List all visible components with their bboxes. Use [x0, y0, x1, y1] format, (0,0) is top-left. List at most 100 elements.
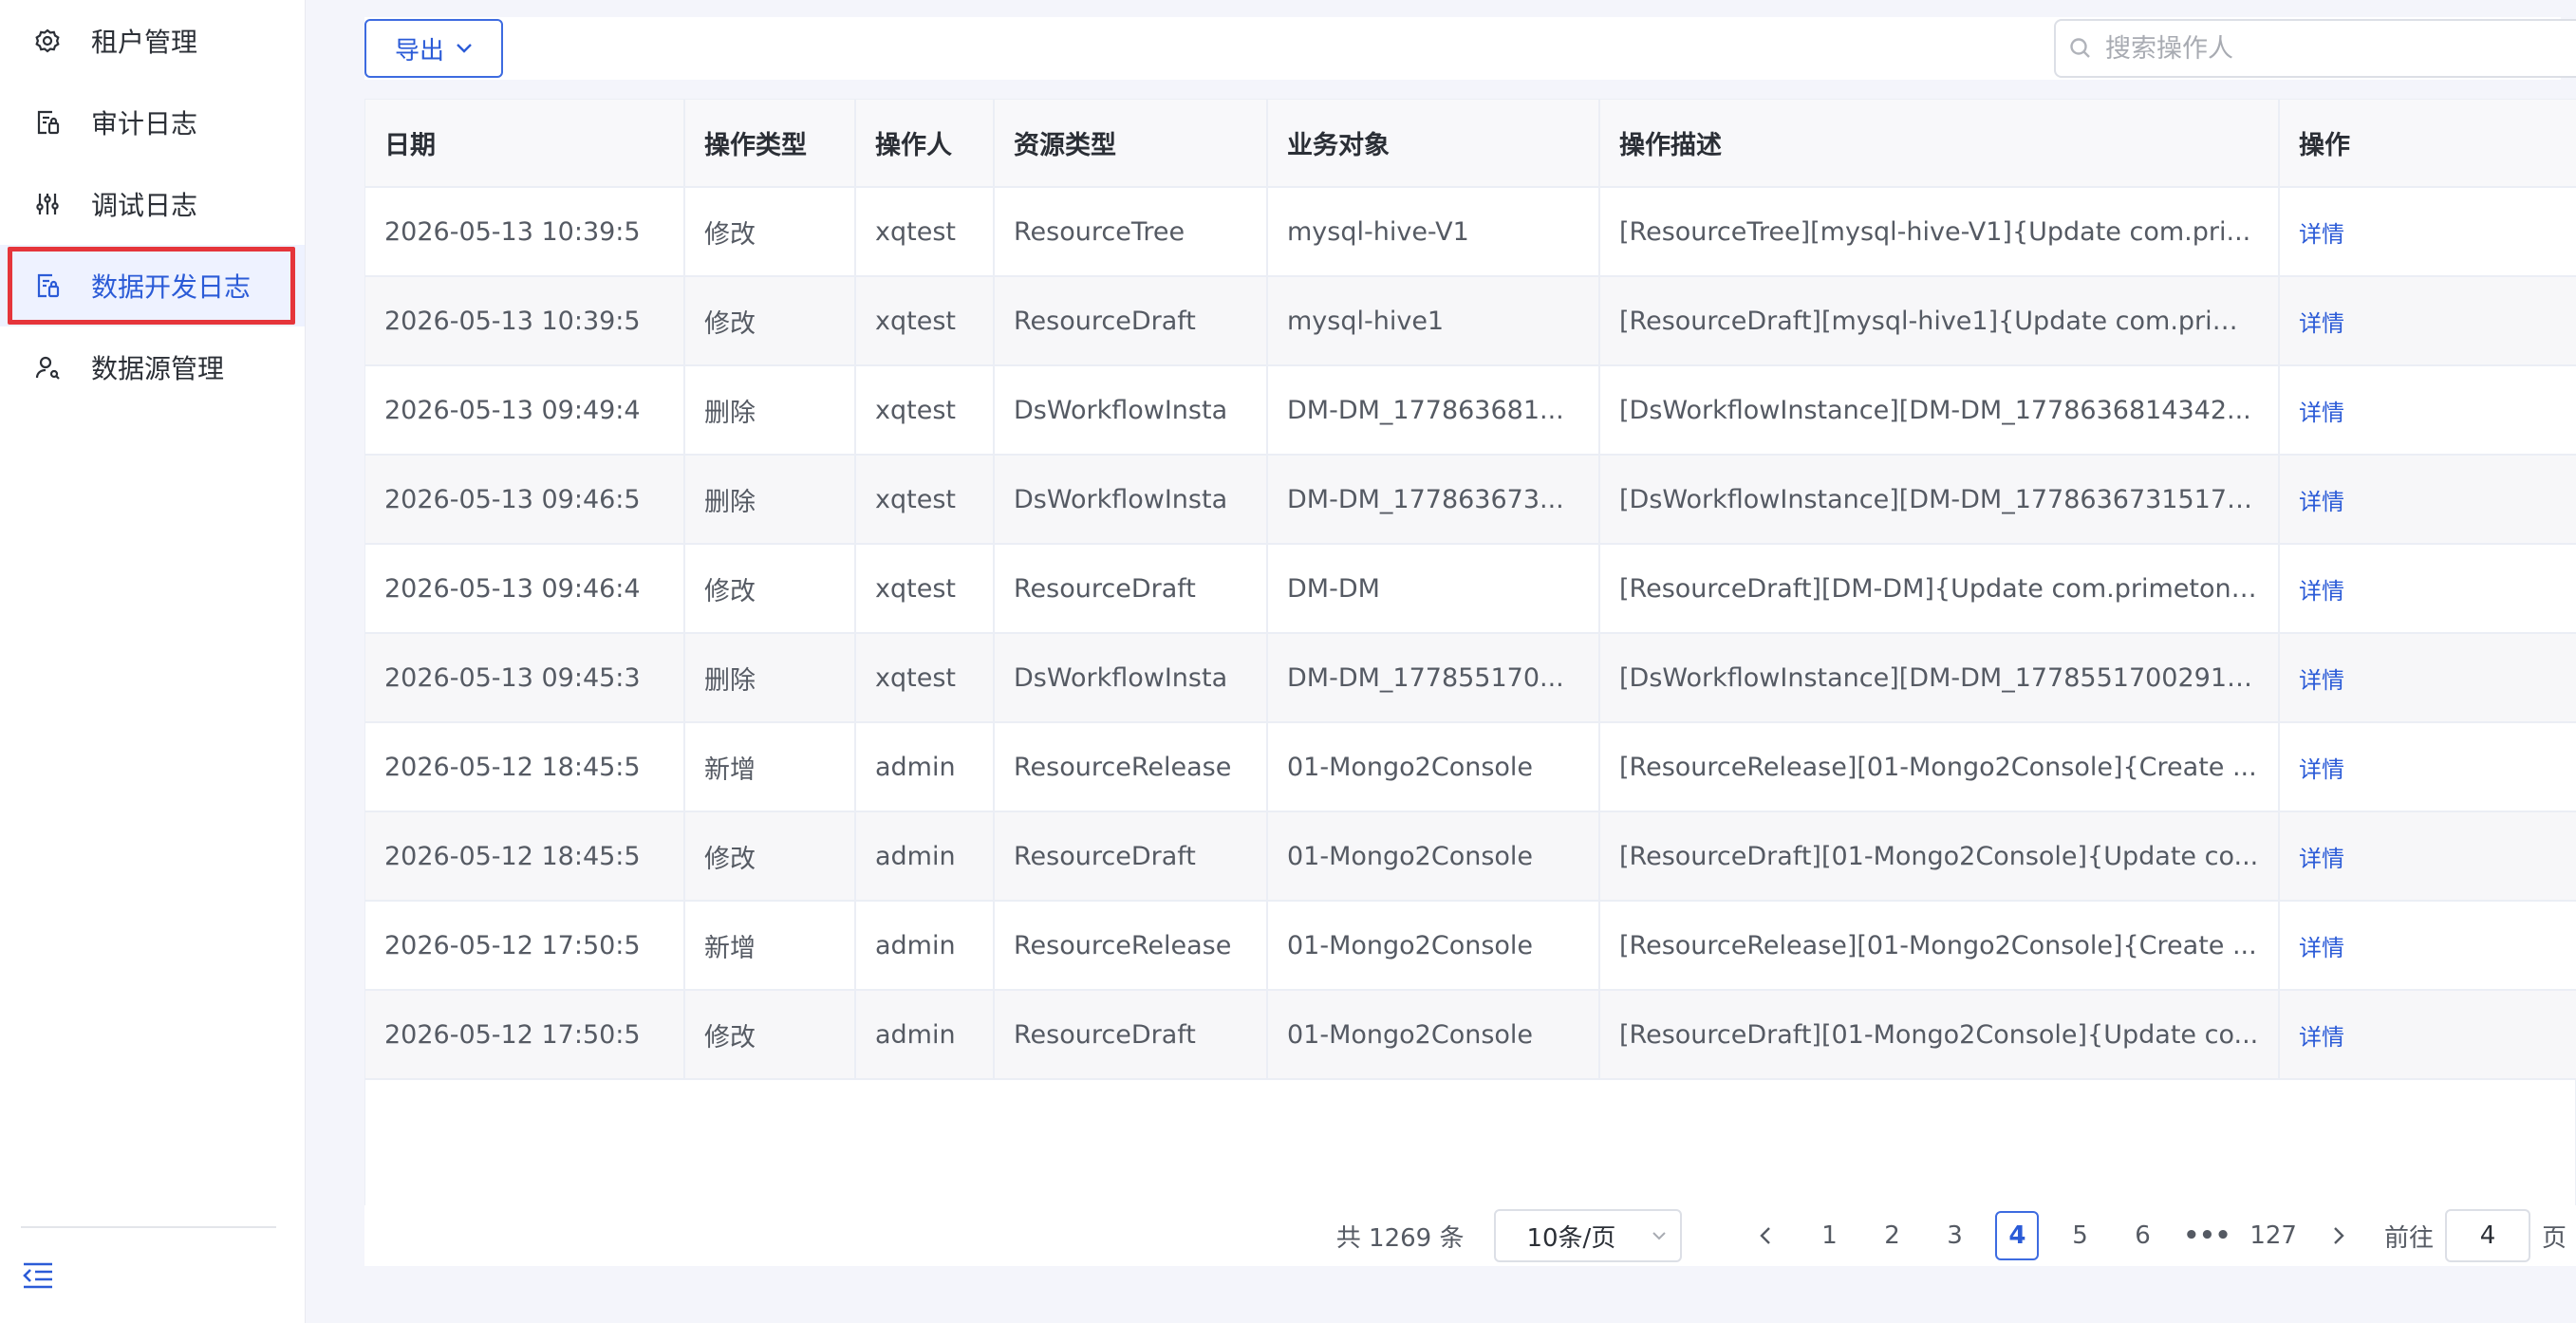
table-cell: [ResourceDraft][01-Mongo2Console]{Update… — [1599, 811, 2280, 902]
table-cell: ResourceRelease — [994, 722, 1268, 812]
app-root: 租户管理 审计日志 调试日志 数据开发日志 数据源管理 导出 搜索操作人 日期 … — [0, 0, 2576, 1323]
sidebar-item-label: 调试日志 — [91, 190, 198, 221]
log-table: 日期 操作类型 操作人 资源类型 业务对象 操作描述 操作 2026-05-13 10:39… — [365, 100, 2576, 1080]
table-cell: admin — [855, 901, 995, 991]
table-cell: ResourceRelease — [994, 901, 1268, 991]
table-cell: DsWorkflowInsta — [994, 455, 1268, 545]
sidebar-item-5[interactable]: 数据源管理 — [0, 326, 305, 408]
export-button-label: 导出 — [394, 36, 444, 65]
next-page-button[interactable] — [2320, 1217, 2358, 1255]
detail-link[interactable]: 详情 — [2299, 756, 2344, 783]
search-input[interactable] — [2105, 33, 2523, 64]
sidebar-nav: 租户管理审计日志调试日志数据开发日志 数据源管理 — [0, 0, 305, 408]
table-cell: ResourceTree — [994, 187, 1268, 277]
column-header: 操作类型 — [684, 100, 856, 188]
page-number[interactable]: 2 — [1870, 1211, 1913, 1260]
table-cell: 删除 — [684, 365, 856, 456]
table-cell: 修改 — [684, 811, 856, 902]
sliders-icon — [34, 191, 61, 217]
pagination: 共 1269 条 10条/页 123456 ••• 127 前往 页 — [364, 1205, 2576, 1266]
table-cell: DM-DM_177863681... — [1267, 365, 1600, 456]
log-table-container: 日期 操作类型 操作人 资源类型 业务对象 操作描述 操作 2026-05-13 10:39… — [364, 99, 2576, 1207]
collapse-menu-icon[interactable] — [21, 1260, 55, 1291]
search-icon — [2070, 38, 2090, 58]
detail-link[interactable]: 详情 — [2299, 846, 2344, 872]
sidebar-item-3[interactable]: 调试日志 — [0, 163, 305, 245]
detail-link[interactable]: 详情 — [2299, 1024, 2344, 1051]
action-cell: 详情 — [2279, 544, 2576, 634]
table-cell: 修改 — [684, 276, 856, 366]
table-row: 2026-05-13 09:49:4 删除 xqtest DsWorkflowInst… — [365, 365, 2576, 456]
page-size-value: 10条/页 — [1526, 1223, 1616, 1253]
table-cell: 2026-05-13 09:45:3 — [365, 633, 685, 723]
goto-page-input[interactable] — [2444, 1209, 2530, 1262]
detail-link[interactable]: 详情 — [2299, 221, 2344, 248]
table-cell: xqtest — [855, 455, 995, 545]
column-header: 操作描述 — [1599, 100, 2280, 188]
table-cell: 删除 — [684, 633, 856, 723]
table-cell: 新增 — [684, 901, 856, 991]
table-cell: DM-DM — [1267, 544, 1600, 634]
detail-link[interactable]: 详情 — [2299, 310, 2344, 337]
sidebar-item-label: 租户管理 — [91, 27, 198, 58]
chevron-left-icon — [1760, 1227, 1771, 1244]
table-cell: DsWorkflowInsta — [994, 365, 1268, 456]
page-number[interactable]: 4 — [1995, 1211, 2040, 1260]
export-button[interactable]: 导出 — [364, 19, 503, 78]
more-pages-icon[interactable]: ••• — [2183, 1211, 2231, 1260]
action-cell: 详情 — [2279, 276, 2576, 366]
table-cell: ResourceDraft — [994, 544, 1268, 634]
detail-link[interactable]: 详情 — [2299, 489, 2344, 515]
detail-link[interactable]: 详情 — [2299, 935, 2344, 961]
table-cell: ResourceDraft — [994, 811, 1268, 902]
table-cell: DM-DM_177863673... — [1267, 455, 1600, 545]
sidebar-item-2[interactable]: 审计日志 — [0, 82, 305, 163]
page-number[interactable]: 5 — [2058, 1211, 2101, 1260]
page-number[interactable]: 1 — [1807, 1211, 1851, 1260]
goto-label: 前往 — [2383, 1223, 2434, 1253]
detail-link[interactable]: 详情 — [2299, 578, 2344, 605]
table-cell: xqtest — [855, 544, 995, 634]
sidebar-item-label: 数据源管理 — [91, 353, 225, 384]
audit-doc-icon — [34, 109, 61, 136]
dev-doc-icon — [34, 272, 61, 299]
table-cell: admin — [855, 811, 995, 902]
total-count: 共 1269 条 — [1335, 1223, 1465, 1253]
table-cell: [ResourceDraft][DM-DM]{Update com.primet… — [1599, 544, 2280, 634]
table-cell: 修改 — [684, 990, 856, 1080]
detail-link[interactable]: 详情 — [2299, 400, 2344, 426]
sidebar-item-1[interactable]: 租户管理 — [0, 0, 305, 82]
column-header: 业务对象 — [1267, 100, 1600, 188]
page-size-select[interactable]: 10条/页 — [1494, 1209, 1683, 1262]
page-number[interactable]: 127 — [2249, 1211, 2297, 1260]
action-cell: 详情 — [2279, 365, 2576, 456]
table-row: 2026-05-12 17:50:5 新增 admin ResourceRelease… — [365, 901, 2576, 991]
sidebar-item-label: 数据开发日志 — [91, 271, 252, 303]
prev-page-button[interactable] — [1746, 1217, 1784, 1255]
table-cell: 01-Mongo2Console — [1267, 722, 1600, 812]
table-cell: [ResourceRelease][01-Mongo2Console]{Crea… — [1599, 901, 2280, 991]
table-cell: 2026-05-13 09:46:4 — [365, 544, 685, 634]
column-header: 操作 — [2279, 100, 2576, 188]
table-cell: 01-Mongo2Console — [1267, 901, 1600, 991]
action-cell: 详情 — [2279, 455, 2576, 545]
column-header: 操作人 — [855, 100, 995, 188]
table-cell: xqtest — [855, 276, 995, 366]
table-cell: 2026-05-12 18:45:5 — [365, 811, 685, 902]
sidebar-item-4[interactable]: 数据开发日志 — [0, 245, 305, 326]
table-cell: admin — [855, 722, 995, 812]
action-cell: 详情 — [2279, 901, 2576, 991]
action-cell: 详情 — [2279, 811, 2576, 902]
toolbar: 导出 — [364, 17, 2576, 80]
table-cell: 01-Mongo2Console — [1267, 990, 1600, 1080]
table-row: 2026-05-13 09:45:3 删除 xqtest DsWorkflowInst… — [365, 633, 2576, 723]
chevron-down-icon — [457, 44, 472, 53]
detail-link[interactable]: 详情 — [2299, 667, 2344, 694]
page-number[interactable]: 6 — [2120, 1211, 2164, 1260]
table-cell: 2026-05-12 17:50:5 — [365, 901, 685, 991]
table-cell: [DsWorkflowInstance][DM-DM_1778551700291… — [1599, 633, 2280, 723]
table-body: 2026-05-13 10:39:5 修改 xqtest ResourceTree my… — [365, 187, 2576, 1080]
table-cell: ResourceDraft — [994, 990, 1268, 1080]
page-number[interactable]: 3 — [1932, 1211, 1976, 1260]
page-unit-label: 页 — [2541, 1223, 2567, 1253]
